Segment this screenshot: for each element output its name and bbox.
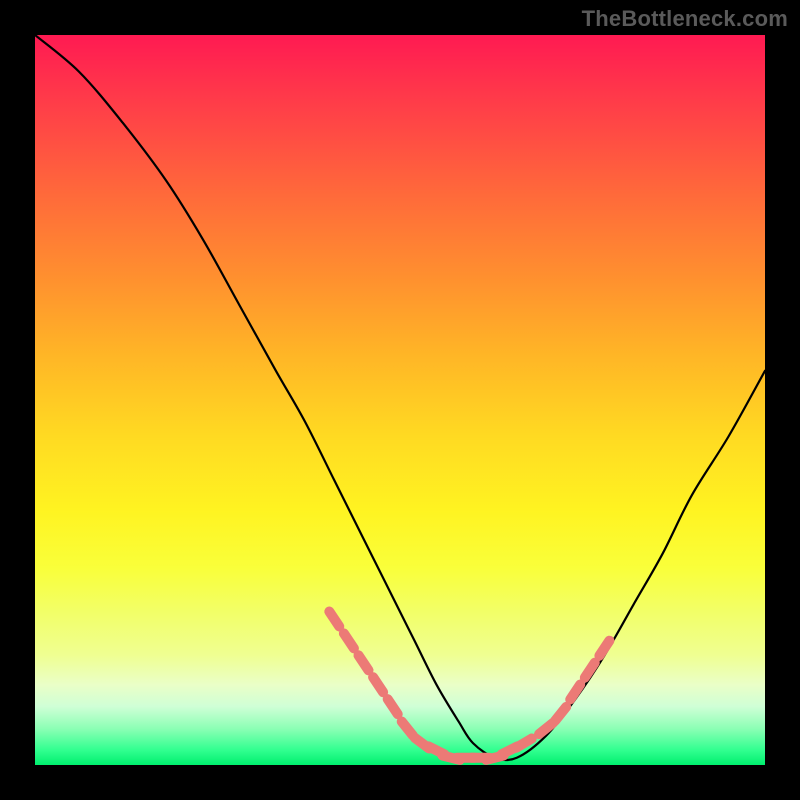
curve-svg xyxy=(35,35,765,765)
chart-frame: TheBottleneck.com xyxy=(0,0,800,800)
curve-marker xyxy=(539,723,553,734)
bottleneck-curve xyxy=(35,35,765,760)
curve-marker xyxy=(570,685,580,700)
curve-marker xyxy=(599,641,609,656)
curve-marker xyxy=(388,699,398,714)
curve-marker xyxy=(329,612,339,627)
curve-marker xyxy=(359,655,369,670)
curve-marker xyxy=(373,677,383,692)
curve-marker xyxy=(402,722,413,736)
curve-marker xyxy=(516,739,531,748)
curve-marker xyxy=(585,663,595,678)
curve-marker xyxy=(344,633,354,648)
curve-marker xyxy=(555,707,566,721)
plot-area xyxy=(35,35,765,765)
watermark-text: TheBottleneck.com xyxy=(582,6,788,32)
